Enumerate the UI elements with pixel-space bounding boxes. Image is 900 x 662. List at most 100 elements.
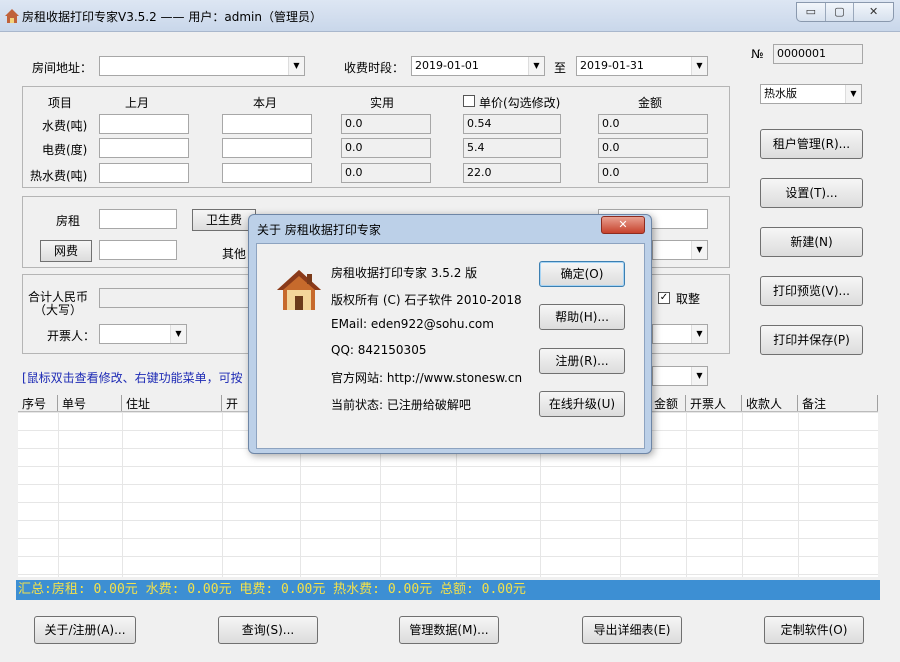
total-amount-field bbox=[99, 288, 249, 308]
col-this-header: 本月 bbox=[253, 96, 278, 110]
new-button[interactable]: 新建(N) bbox=[760, 227, 863, 257]
col-item-header: 项目 bbox=[48, 96, 73, 110]
round-label: 取整 bbox=[676, 292, 701, 306]
help-button[interactable]: 帮助(H)... bbox=[539, 304, 625, 330]
fee-row-label: 水费(吨) bbox=[42, 119, 88, 133]
ok-button[interactable]: 确定(O) bbox=[539, 261, 625, 287]
elec-unit-field: 5.4 bbox=[463, 138, 561, 158]
water-this-input[interactable] bbox=[222, 114, 312, 134]
summary-bar: 汇总:房租: 0.00元 水费: 0.00元 电费: 0.00元 热水费: 0.… bbox=[16, 580, 880, 600]
chevron-down-icon: ▼ bbox=[691, 241, 707, 259]
dialog-product-line: 房租收据打印专家 3.5.2 版 bbox=[331, 266, 478, 280]
chevron-down-icon: ▼ bbox=[691, 367, 707, 385]
chevron-down-icon: ▼ bbox=[691, 325, 707, 343]
misc-select[interactable]: ▼ bbox=[652, 240, 708, 260]
hotwater-unit-field: 22.0 bbox=[463, 163, 561, 183]
table-header-cell[interactable]: 住址 bbox=[122, 395, 222, 411]
dialog-close-icon[interactable]: ✕ bbox=[601, 216, 645, 234]
dialog-website-line: 官方网站: http://www.stonesw.cn bbox=[331, 371, 523, 385]
total-label-sub: （大写） bbox=[34, 303, 83, 317]
room-address-label: 房间地址： bbox=[32, 61, 93, 75]
export-detail-button[interactable]: 导出详细表(E) bbox=[582, 616, 682, 644]
dialog-body: 房租收据打印专家 3.5.2 版 版权所有 (C) 石子软件 2010-2018… bbox=[256, 243, 645, 449]
payee-select[interactable]: ▼ bbox=[652, 324, 708, 344]
sanitation-fee-button[interactable]: 卫生费 bbox=[192, 209, 256, 231]
unit-price-checkbox[interactable] bbox=[463, 95, 475, 107]
table-header-cell[interactable]: 备注 bbox=[798, 395, 878, 411]
about-dialog: 关于 房租收据打印专家 ✕ 房租收据打印专家 3.5.2 版 版权所有 (C) … bbox=[248, 214, 652, 454]
number-label: № bbox=[751, 47, 764, 61]
col-actual-header: 实用 bbox=[370, 96, 395, 110]
to-label: 至 bbox=[554, 61, 567, 75]
table-header-cell[interactable]: 开票人 bbox=[686, 395, 742, 411]
manage-data-button[interactable]: 管理数据(M)... bbox=[399, 616, 499, 644]
water-actual-field: 0.0 bbox=[341, 114, 431, 134]
table-header-cell[interactable]: 金额 bbox=[650, 395, 686, 411]
net-fee-button[interactable]: 网费 bbox=[40, 240, 92, 262]
tenant-management-button[interactable]: 租户管理(R)... bbox=[760, 129, 863, 159]
fee-row-label: 电费(度) bbox=[42, 143, 88, 157]
issuer-select[interactable]: ▼ bbox=[99, 324, 187, 344]
hotwater-amount-field: 0.0 bbox=[598, 163, 708, 183]
table-header-cell[interactable]: 单号 bbox=[58, 395, 122, 411]
hotwater-this-input[interactable] bbox=[222, 163, 312, 183]
date-to-picker[interactable]: 2019-01-31 ▼ bbox=[576, 56, 708, 76]
print-preview-button[interactable]: 打印预览(V)... bbox=[760, 276, 863, 306]
room-address-select[interactable]: ▼ bbox=[99, 56, 305, 76]
dialog-qq-line: QQ: 842150305 bbox=[331, 343, 427, 357]
query-button[interactable]: 查询(S)... bbox=[218, 616, 318, 644]
hint-text: [鼠标双击查看修改、右键功能菜单，可按 bbox=[22, 371, 243, 385]
dialog-title: 关于 房租收据打印专家 bbox=[257, 223, 381, 237]
chevron-down-icon: ▼ bbox=[691, 57, 707, 75]
elec-last-input[interactable] bbox=[99, 138, 189, 158]
net-fee-input[interactable] bbox=[99, 240, 177, 260]
house-logo-icon bbox=[277, 270, 321, 310]
chevron-down-icon: ▼ bbox=[845, 85, 861, 103]
water-last-input[interactable] bbox=[99, 114, 189, 134]
print-save-button[interactable]: 打印并保存(P) bbox=[760, 325, 863, 355]
about-register-button[interactable]: 关于/注册(A)... bbox=[34, 616, 136, 644]
version-value: 热水版 bbox=[764, 87, 797, 100]
period-label: 收费时段： bbox=[344, 61, 405, 75]
dialog-status-line: 当前状态: 已注册给破解吧 bbox=[331, 398, 471, 412]
rent-label: 房租 bbox=[56, 214, 81, 228]
grid-line bbox=[222, 412, 223, 577]
chevron-down-icon: ▼ bbox=[288, 57, 304, 75]
maximize-icon[interactable]: ▢ bbox=[826, 3, 855, 21]
water-amount-field: 0.0 bbox=[598, 114, 708, 134]
date-to-value: 2019-01-31 bbox=[580, 59, 644, 72]
chevron-down-icon: ▼ bbox=[170, 325, 186, 343]
settings-button[interactable]: 设置(T)... bbox=[760, 178, 863, 208]
issuer-label: 开票人： bbox=[47, 329, 96, 343]
receipt-number-field[interactable]: 0000001 bbox=[773, 44, 863, 64]
minimize-icon[interactable]: ▭ bbox=[797, 3, 826, 21]
elec-this-input[interactable] bbox=[222, 138, 312, 158]
custom-software-button[interactable]: 定制软件(O) bbox=[764, 616, 864, 644]
water-unit-field: 0.54 bbox=[463, 114, 561, 134]
date-from-picker[interactable]: 2019-01-01 ▼ bbox=[411, 56, 545, 76]
register-button[interactable]: 注册(R)... bbox=[539, 348, 625, 374]
rent-input[interactable] bbox=[99, 209, 177, 229]
dialog-email-line: EMail: eden922@sohu.com bbox=[331, 317, 494, 331]
fee-row-label: 热水费(吨) bbox=[30, 169, 88, 183]
online-upgrade-button[interactable]: 在线升级(U) bbox=[539, 391, 625, 417]
grid-line bbox=[58, 412, 59, 577]
grid-line bbox=[122, 412, 123, 577]
hotwater-last-input[interactable] bbox=[99, 163, 189, 183]
dialog-copyright-line: 版权所有 (C) 石子软件 2010-2018 bbox=[331, 293, 522, 307]
close-icon[interactable]: ✕ bbox=[854, 3, 893, 21]
col-last-header: 上月 bbox=[125, 96, 150, 110]
filter-select[interactable]: ▼ bbox=[652, 366, 708, 386]
grid-line bbox=[798, 412, 799, 577]
version-select[interactable]: 热水版 ▼ bbox=[760, 84, 862, 104]
window-title: 房租收据打印专家V3.5.2 —— 用户：admin（管理员） bbox=[22, 10, 322, 24]
round-checkbox[interactable]: ✓ bbox=[658, 292, 670, 304]
title-bar: 房租收据打印专家V3.5.2 —— 用户：admin（管理员） ▭ ▢ ✕ bbox=[0, 0, 900, 32]
elec-actual-field: 0.0 bbox=[341, 138, 431, 158]
table-header-cell[interactable]: 收款人 bbox=[742, 395, 798, 411]
elec-amount-field: 0.0 bbox=[598, 138, 708, 158]
col-amount-header: 金额 bbox=[638, 96, 663, 110]
hotwater-actual-field: 0.0 bbox=[341, 163, 431, 183]
table-header-cell[interactable]: 序号 bbox=[18, 395, 58, 411]
grid-line bbox=[686, 412, 687, 577]
